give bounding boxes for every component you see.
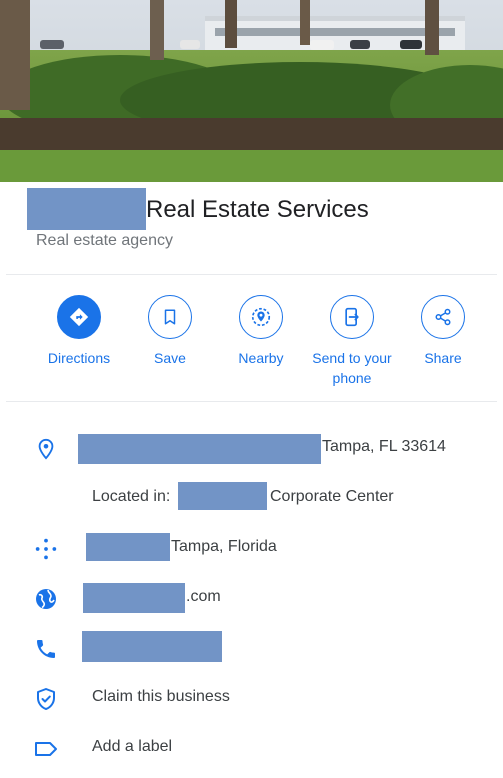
label-icon <box>33 736 59 762</box>
redacted-phone <box>82 631 222 662</box>
redacted-located-in <box>178 482 267 510</box>
send-to-phone-button[interactable]: Send to your phone <box>306 295 398 388</box>
redacted-address <box>78 434 321 464</box>
located-in-text: Corporate Center <box>270 488 394 505</box>
place-category[interactable]: Real estate agency <box>36 232 173 250</box>
globe-icon <box>33 586 59 612</box>
plus-code-text: Tampa, Florida <box>171 538 277 555</box>
address-row[interactable]: Tampa, FL 33614 <box>0 428 503 468</box>
address-text: Tampa, FL 33614 <box>322 438 446 455</box>
website-row[interactable]: .com <box>0 578 503 618</box>
redacted-name <box>27 188 146 230</box>
nearby-icon <box>251 307 271 327</box>
share-icon <box>435 308 451 326</box>
directions-button[interactable]: Directions <box>33 295 125 368</box>
place-title: Real Estate Services <box>27 188 497 230</box>
place-name: Real Estate Services <box>146 196 369 223</box>
located-in-label: Located in: <box>92 488 171 505</box>
verified-shield-icon <box>33 686 59 712</box>
photo-image <box>0 0 503 182</box>
nearby-button[interactable]: Nearby <box>215 295 307 368</box>
send-to-phone-icon <box>345 307 359 327</box>
add-label-row[interactable]: Add a label <box>0 728 503 768</box>
divider <box>6 401 497 402</box>
share-label: Share <box>424 350 462 366</box>
redacted-website <box>83 583 185 613</box>
place-photo[interactable] <box>0 0 503 182</box>
plus-code-icon <box>33 536 59 562</box>
send-to-phone-label: Send to your phone <box>312 350 392 386</box>
nearby-label: Nearby <box>238 350 284 366</box>
save-button[interactable]: Save <box>124 295 216 368</box>
website-text: .com <box>186 588 221 605</box>
located-in-row[interactable]: Located in: Corporate Center <box>0 478 503 518</box>
plus-code-row[interactable]: Tampa, Florida <box>0 528 503 568</box>
share-button[interactable]: Share <box>397 295 489 368</box>
redacted-plus-code <box>86 533 170 561</box>
add-label-label: Add a label <box>92 738 173 755</box>
divider <box>6 274 497 275</box>
bookmark-icon <box>164 309 176 325</box>
save-label: Save <box>154 350 186 366</box>
location-pin-icon <box>33 436 59 462</box>
phone-icon <box>33 636 59 662</box>
directions-icon <box>69 307 89 327</box>
claim-business-label: Claim this business <box>92 688 230 705</box>
directions-label: Directions <box>47 350 111 366</box>
claim-business-row[interactable]: Claim this business <box>0 678 503 718</box>
phone-row[interactable] <box>0 628 503 668</box>
